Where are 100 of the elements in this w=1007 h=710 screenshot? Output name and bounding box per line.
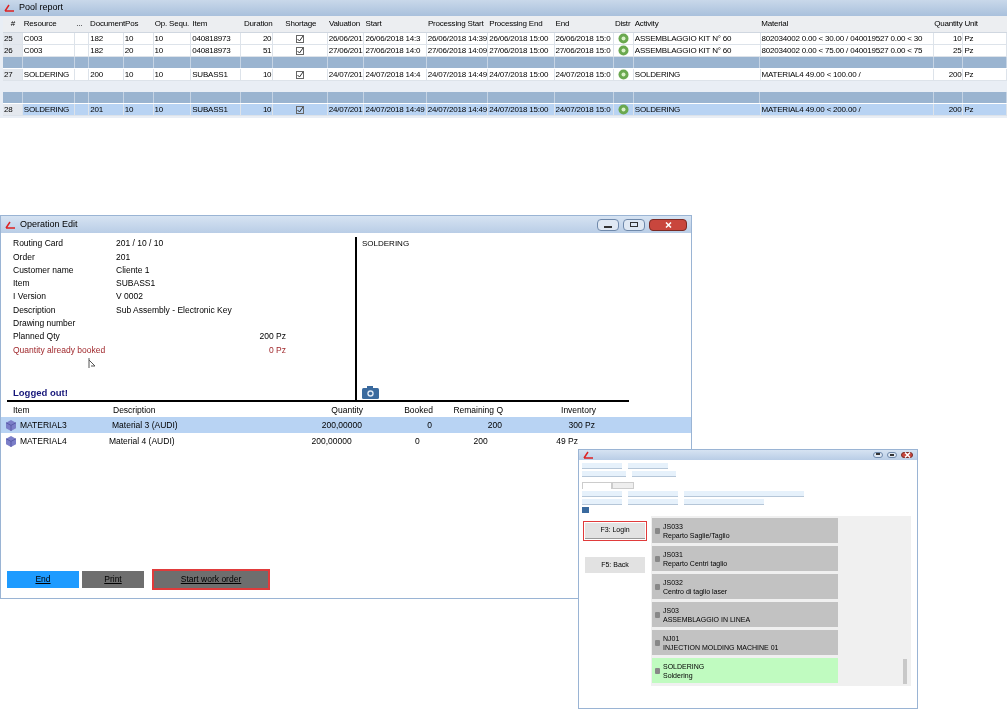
maximize-button[interactable] <box>623 218 645 231</box>
column-header[interactable]: Description <box>113 404 233 417</box>
machine-icon <box>655 527 660 534</box>
column-header[interactable]: Op. Sequ. <box>153 16 192 32</box>
input-field[interactable] <box>628 491 678 497</box>
column-header[interactable]: Distr <box>613 16 634 32</box>
minimize-button[interactable] <box>873 452 883 458</box>
minimize-button[interactable] <box>597 218 619 231</box>
table-row[interactable]: MATERIAL4 Material 4 (AUDI) 200,00000 0 200 49 Pz <box>1 433 578 449</box>
table-cell: 10 <box>154 69 164 80</box>
table-cell: SOLDERING <box>23 104 70 115</box>
table-row[interactable]: 28 SOLDERING 201 10 10 SUBASS1 10 24/07/201 24/07/2018 14:49 24/07/2018 14:49 24/07/2018 15:00 24/07/2018 15:0 SOLDERING MATERIAL4 49.00 < 200.00 / 200 Pz <box>3 104 1007 116</box>
input-field[interactable] <box>684 499 764 505</box>
table-cell: 10 <box>124 69 134 80</box>
close-button[interactable] <box>649 218 687 231</box>
table-cell: Pz <box>964 104 974 115</box>
input-field[interactable] <box>582 499 622 505</box>
machine-icon <box>655 667 660 674</box>
table-cell: 27 <box>4 69 13 80</box>
input-field[interactable] <box>632 471 676 477</box>
column-header[interactable]: Resource <box>22 16 76 32</box>
field-label: Order <box>13 250 36 264</box>
column-header[interactable]: Material <box>760 16 934 32</box>
table-cell: 24/07/2018 14:4 <box>365 69 421 80</box>
input-field[interactable] <box>582 471 626 477</box>
column-header[interactable]: Item <box>191 16 241 32</box>
column-header[interactable]: Inventory <box>503 404 596 417</box>
table-cell: 24/07/201 <box>328 104 363 115</box>
column-header[interactable]: Pos <box>124 16 154 32</box>
machine-icon <box>655 639 660 646</box>
input-field[interactable] <box>628 463 668 469</box>
field-value: Cliente 1 <box>116 263 150 277</box>
column-header[interactable]: Duration <box>240 16 274 32</box>
column-header[interactable]: ... <box>75 16 90 32</box>
camera-icon[interactable] <box>362 386 379 399</box>
column-header[interactable]: Start <box>364 16 427 32</box>
table-cell: 201 <box>90 104 103 115</box>
input-field[interactable] <box>582 463 622 469</box>
table-row[interactable]: 26 C003 182 20 10 040818973 51 27/06/201 27/06/2018 14:0 27/06/2018 14:09 27/06/2018 15:00 27/06/2018 15:0 ASSEMBLAGGIO KIT N° 60 802034002 0.00 < 75.00 / 040019527 0.00 < 75 25 Pz <box>3 45 1007 57</box>
table-cell: 200,00000 <box>321 419 362 430</box>
table-cell: SOLDERING <box>23 69 70 80</box>
table-cell: 25 <box>4 33 13 44</box>
column-header[interactable]: Unit <box>963 16 1007 32</box>
table-cell: 10 <box>262 104 272 115</box>
column-header[interactable]: Remaining Q <box>433 404 503 417</box>
column-header[interactable]: # <box>3 16 23 32</box>
close-button[interactable] <box>901 452 913 458</box>
app-logo-icon <box>583 451 594 459</box>
column-header[interactable]: Item <box>13 404 113 417</box>
table-row[interactable]: 27 SOLDERING 200 10 10 SUBASS1 10 24/07/201 24/07/2018 14:4 24/07/2018 14:49 24/07/2018 15:00 24/07/2018 15:0 SOLDERING MATERIAL4 49.00 < 100.00 / 200 Pz <box>3 69 1007 81</box>
field-value: 0 Pz <box>268 343 286 357</box>
table-cell: 26/06/2018 15:00 <box>489 33 549 44</box>
table-cell: SOLDERING <box>634 104 681 115</box>
field-value: SUBASS1 <box>116 277 156 290</box>
table-cell: 24/07/2018 14:49 <box>427 104 487 115</box>
table-cell: 26 <box>4 45 13 56</box>
table-cell: 0 <box>414 435 420 446</box>
app-logo-icon <box>4 4 15 12</box>
table-cell: Material 3 (AUDI) <box>112 419 178 430</box>
window-title: Pool report <box>19 1 64 15</box>
column-header[interactable]: Processing End <box>488 16 555 32</box>
table-cell: 182 <box>90 33 103 44</box>
tab[interactable] <box>582 482 612 489</box>
table-cell: 182 <box>90 45 103 56</box>
table-cell: 10 <box>262 69 272 80</box>
table-cell: 27/06/2018 15:0 <box>555 45 611 56</box>
table-cell: C003 <box>23 33 43 44</box>
checkbox[interactable] <box>296 46 305 55</box>
table-cell: 26/06/2018 14:3 <box>365 33 421 44</box>
table-cell: SUBASS1 <box>192 104 228 115</box>
column-header[interactable]: Processing Start <box>426 16 489 32</box>
button[interactable]: End <box>7 571 79 588</box>
table-row[interactable]: 25 C003 182 10 10 040818973 20 26/06/201 26/06/2018 14:3 26/06/2018 14:39 26/06/2018 15:00 26/06/2018 15:0 ASSEMBLAGGIO KIT N° 60 802034002 0.00 < 30.00 / 040019527 0.00 < 30 10 Pz <box>3 33 1007 45</box>
column-header[interactable]: Valuation <box>327 16 365 32</box>
input-field[interactable] <box>684 491 804 497</box>
column-header[interactable]: Document <box>89 16 125 32</box>
maximize-button[interactable] <box>887 452 897 458</box>
button[interactable]: Start work order <box>152 569 270 590</box>
table-cell: 26/06/201 <box>328 33 363 44</box>
column-header[interactable]: Activity <box>633 16 761 32</box>
table-cell: 10 <box>154 45 164 56</box>
table-cell: 20 <box>262 33 272 44</box>
button[interactable]: Print <box>82 571 144 588</box>
tab[interactable] <box>612 482 634 489</box>
checkbox[interactable] <box>296 34 305 43</box>
column-header[interactable]: Quantity <box>233 404 363 417</box>
column-header[interactable]: Quantity <box>933 16 964 32</box>
input-field[interactable] <box>582 491 622 497</box>
table-cell: 24/07/2018 15:00 <box>489 69 549 80</box>
table-cell: SOLDERING <box>634 69 681 80</box>
checkbox[interactable] <box>296 105 305 114</box>
input-field[interactable] <box>628 499 678 505</box>
field-label: Quantity already booked <box>13 343 107 357</box>
column-header[interactable]: Shortage <box>273 16 328 32</box>
table-row[interactable]: MATERIAL3 Material 3 (AUDI) 200,00000 0 200 300 Pz <box>1 417 691 433</box>
table-cell: SUBASS1 <box>192 69 228 80</box>
field-value: 200 Pz <box>258 330 286 344</box>
checkbox[interactable] <box>296 70 305 79</box>
column-header[interactable]: End <box>554 16 614 32</box>
column-header[interactable]: Booked <box>363 404 433 417</box>
